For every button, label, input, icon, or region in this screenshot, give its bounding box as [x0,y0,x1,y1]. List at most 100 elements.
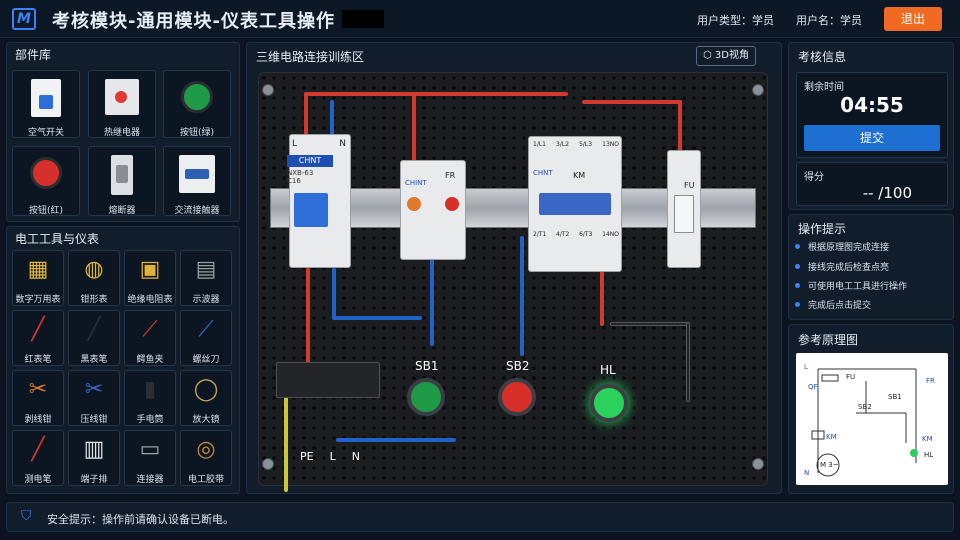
hl-label: HL [600,363,616,377]
black-wire [610,322,690,326]
relay-dial[interactable] [407,197,421,211]
hints-title: 操作提示 [798,222,847,236]
megohmmeter-icon: ▣ [139,257,161,282]
svg-text:FU: FU [846,373,855,381]
svg-text:N: N [804,469,809,477]
blue-wire [332,268,336,318]
sb1-green-button[interactable] [407,378,445,416]
red-button-icon [30,157,62,189]
crimper-icon: ✂ [84,377,104,402]
svg-text:SB1: SB1 [888,393,902,401]
tool-magnifier[interactable]: ◯ 放大镜 [180,370,232,426]
tool-alligator-clip[interactable]: ⟋ 鳄鱼夹 [124,310,176,366]
workspace-title: 三维电路连接训练区 [256,50,365,64]
clamp-meter-icon: ◍ [84,257,104,282]
tool-flashlight[interactable]: ▮ 手电筒 [124,370,176,426]
green-button-icon [181,81,213,113]
fuse-device[interactable]: FU [667,150,701,268]
blue-wire [332,316,422,320]
sb2-label: SB2 [506,359,530,373]
part-air-switch[interactable]: 空气开关 [12,70,80,138]
schematic-title: 参考原理图 [798,333,859,347]
shield-icon: ⛉ [21,508,32,524]
logout-button[interactable]: 退出 [884,7,942,31]
black-wire [686,322,690,402]
board-screw [262,458,274,470]
fuse-holder[interactable] [674,195,694,233]
tools-title: 电工工具与仪表 [15,232,100,246]
user-type: 用户类型：学员 [697,14,774,27]
tool-voltage-pen[interactable]: ╱ 测电笔 [12,430,64,486]
breaker-toggle[interactable] [294,193,328,227]
terminal-block-device[interactable] [276,362,380,398]
hint-item: 根据原理图完成连接 [808,243,890,253]
connector-icon: ▭ [139,437,161,462]
reference-schematic[interactable]: L QF FU FR SB2 SB1 KM KM HL N M 3~ [796,353,948,485]
svg-text:HL: HL [924,451,933,459]
cube-icon: ⬡ [703,50,712,61]
tool-oscilloscope[interactable]: ▤ 示波器 [180,250,232,306]
relay-reset-button[interactable] [445,197,459,211]
part-thermal-relay[interactable]: 热继电器 [88,70,156,138]
redaction-bar [342,10,384,28]
red-probe-icon: ╱ [31,317,45,342]
part-fuse[interactable]: 熔断器 [88,146,156,216]
tool-terminal-block[interactable]: ▥ 端子排 [68,430,120,486]
score-label: 得分 [804,172,824,183]
air-switch-icon [31,79,61,117]
black-probe-icon: ╱ [87,317,101,342]
page-title: 考核模块-通用模块-仪表工具操作 [52,11,335,32]
remaining-time-label: 剩余时间 [804,82,844,93]
red-wire [582,100,682,104]
flashlight-icon: ▮ [143,377,157,402]
tool-screwdriver[interactable]: ⟋ 螺丝刀 [180,310,232,366]
contactor-device[interactable]: 1/L1 3/L2 5/L3 13NO CHNT KM 2/T1 4/T2 6/T3 14N… [528,136,622,272]
svg-text:QF: QF [808,383,818,391]
top-bar: M 考核模块-通用模块-仪表工具操作 用户类型：学员 用户名：学员 退出 [0,0,960,38]
countdown-timer: 04:55 [840,93,904,117]
alligator-clip-icon: ⟋ [142,317,158,342]
thermal-relay-device[interactable]: CHINT FR [400,160,466,260]
part-contactor[interactable]: 交流接触器 [163,146,231,216]
red-wire [678,100,682,156]
tool-crimper[interactable]: ✂ 压线钳 [68,370,120,426]
board-screw [752,84,764,96]
air-switch-device[interactable]: L N CHNT NXB-63 C16 [287,134,351,268]
hl-indicator-lamp[interactable] [590,384,628,422]
red-wire [412,92,416,162]
sb2-red-button[interactable] [498,378,536,416]
part-green-button[interactable]: 按钮(绿) [163,70,231,138]
tool-tape[interactable]: ◎ 电工胶带 [180,430,232,486]
tool-clamp-meter[interactable]: ◍ 钳形表 [68,250,120,306]
terminal-block-icon: ▥ [83,437,105,462]
svg-text:L: L [804,363,808,371]
tool-megohmmeter[interactable]: ▣ 绝缘电阻表 [124,250,176,306]
safety-bar: ⛉ 安全提示：操作前请确认设备已断电。 [6,502,954,532]
screwdriver-icon: ⟋ [198,317,214,342]
submit-button[interactable]: 提交 [804,125,940,151]
svg-text:FR: FR [926,377,935,385]
tool-wire-stripper[interactable]: ✂ 剥线钳 [12,370,64,426]
hint-item: 完成后点击提交 [808,301,872,311]
tool-red-probe[interactable]: ╱ 红表笔 [12,310,64,366]
part-red-button[interactable]: 按钮(红) [12,146,80,216]
hint-bullet [795,244,800,249]
voltage-pen-icon: ╱ [31,437,45,462]
magnifier-icon: ◯ [193,377,219,402]
3d-view-button[interactable]: ⬡ 3D视角 [696,46,756,66]
thermal-relay-icon [105,79,139,115]
svg-text:KM: KM [826,433,837,441]
red-wire [304,92,568,96]
tool-black-probe[interactable]: ╱ 黑表笔 [68,310,120,366]
app-logo: M [12,8,36,30]
hint-bullet [795,302,800,307]
svg-text:SB2: SB2 [858,403,872,411]
multimeter-icon: ▦ [27,257,49,282]
fuse-icon [111,155,133,195]
hint-item: 接线完成后检查点亮 [808,263,890,273]
hint-bullet [795,283,800,288]
user-name: 用户名：学员 [796,14,862,27]
contactor-top-terminals: 1/L1 3/L2 5/L3 13NO [533,141,619,148]
tool-connector[interactable]: ▭ 连接器 [124,430,176,486]
tool-multimeter[interactable]: ▦ 数字万用表 [12,250,64,306]
